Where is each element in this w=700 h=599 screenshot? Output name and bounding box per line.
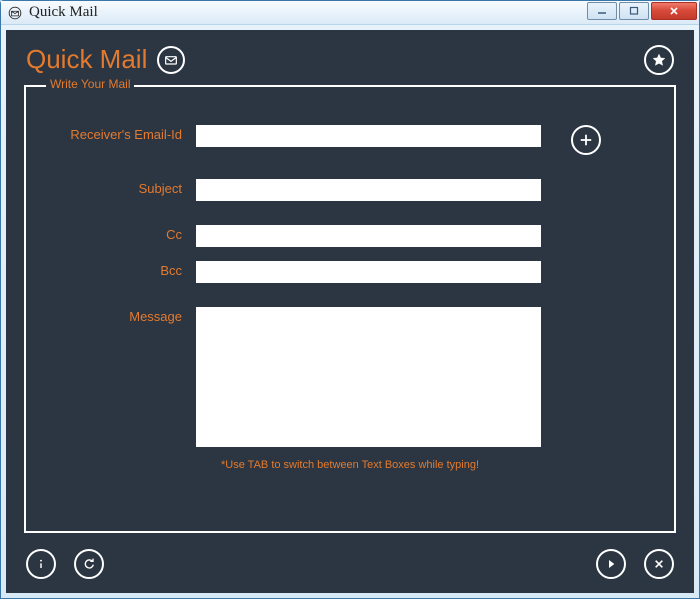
compose-panel: Write Your Mail Receiver's Email-Id Subj…	[24, 85, 676, 533]
send-button[interactable]	[596, 549, 626, 579]
cancel-button[interactable]	[644, 549, 674, 579]
maximize-button[interactable]	[619, 2, 649, 20]
favorites-button[interactable]	[644, 45, 674, 75]
subject-input[interactable]	[196, 179, 541, 201]
bcc-input[interactable]	[196, 261, 541, 283]
info-button[interactable]	[26, 549, 56, 579]
app-icon-small	[7, 5, 23, 21]
label-receiver: Receiver's Email-Id	[56, 125, 196, 142]
refresh-button[interactable]	[74, 549, 104, 579]
cc-input[interactable]	[196, 225, 541, 247]
add-recipient-button[interactable]	[571, 125, 601, 155]
minimize-button[interactable]	[587, 2, 617, 20]
label-message: Message	[56, 307, 196, 324]
row-receiver: Receiver's Email-Id	[56, 125, 644, 155]
panel-legend: Write Your Mail	[46, 77, 134, 91]
row-subject: Subject	[56, 179, 644, 201]
app-title: Quick Mail	[26, 44, 147, 75]
client-area: Quick Mail Write Your Mail Receiver's Em…	[6, 30, 694, 593]
message-input[interactable]	[196, 307, 541, 447]
app-window: Quick Mail Quick Mail Write	[0, 0, 700, 599]
label-bcc: Bcc	[56, 261, 196, 278]
hint-text: *Use TAB to switch between Text Boxes wh…	[56, 459, 644, 471]
label-cc: Cc	[56, 225, 196, 242]
row-bcc: Bcc	[56, 261, 644, 283]
receiver-input[interactable]	[196, 125, 541, 147]
label-subject: Subject	[56, 179, 196, 196]
window-controls	[585, 2, 697, 22]
mail-icon	[157, 46, 185, 74]
footer-toolbar	[6, 541, 694, 593]
row-cc: Cc	[56, 225, 644, 247]
titlebar: Quick Mail	[1, 1, 699, 25]
row-message: Message	[56, 307, 644, 447]
close-button[interactable]	[651, 2, 697, 20]
window-title: Quick Mail	[29, 4, 98, 21]
